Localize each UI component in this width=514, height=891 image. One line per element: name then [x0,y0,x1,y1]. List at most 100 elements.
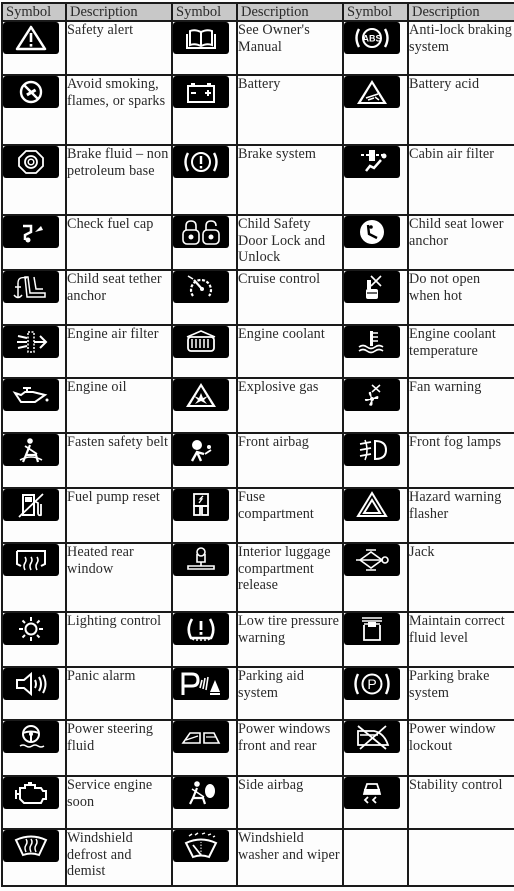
symbol-cell [171,377,238,434]
symbol-cell [171,487,238,544]
symbol-cell [171,775,238,830]
description-cell: Lighting control [65,611,173,668]
description-cell: Stability control [407,775,514,830]
stability-control-icon [344,777,400,809]
description-cell: Power windows front and rear [236,719,344,777]
symbol-cell [342,269,409,326]
symbol-cell [342,611,409,668]
fan-warning-icon [344,379,400,411]
symbol-cell [1,214,67,271]
table-row: Engine oil Explosive gas Fan warning [1,377,514,434]
description-cell: Front airbag [236,432,344,489]
description-cell: Power steering fluid [65,719,173,777]
fuse-icon [173,489,229,521]
table-row: Child seat tether anchor Cruise control … [1,269,514,326]
description-cell: Anti-lock braking system [407,20,514,76]
hazard-icon [344,489,400,521]
table-row: Check fuel cap Child Safety Door Lock an… [1,214,514,271]
symbol-reference-sheet: Symbol Description Symbol Description Sy… [0,0,514,891]
table-row: Windshield defrost and demist Windshield… [1,828,514,887]
child-safety-lock-icon [173,216,229,248]
symbol-cell [342,144,409,216]
fluid-level-icon [344,613,400,645]
explosive-gas-icon [173,379,229,411]
brake-system-icon [173,146,229,178]
description-cell: Parking brake system [407,666,514,721]
header-row: Symbol Description Symbol Description Sy… [1,2,514,22]
side-airbag-icon [173,777,229,809]
rear-defrost-icon [3,544,59,576]
symbol-cell [1,719,67,777]
header-description: Description [65,2,173,22]
engine-air-filter-icon [3,326,59,358]
symbol-cell [1,74,67,146]
symbol-cell [1,611,67,668]
window-lockout-icon [344,721,400,753]
empty-symbol-cell [342,828,409,887]
cabin-air-filter-icon [344,146,400,178]
table-row: Service engine soon Side airbag Stabilit… [1,775,514,830]
jack-icon [344,544,400,576]
symbol-cell [1,324,67,379]
description-cell: Fuel pump reset [65,487,173,544]
header-description: Description [236,2,344,22]
symbol-cell: P [342,666,409,721]
symbol-cell [342,542,409,613]
power-steering-icon [3,721,59,753]
table-row: Power steering fluid Power windows front… [1,719,514,777]
table-row: Engine air filter Engine coolant Engine … [1,324,514,379]
table-row: Lighting control Low tire pressure warni… [1,611,514,668]
parking-aid-icon [173,668,229,700]
symbol-cell [171,611,238,668]
tire-pressure-icon [173,613,229,645]
symbol-cell [171,214,238,271]
engine-oil-icon [3,379,59,411]
table-row: Safety alert See Owner's Manual ABS Anti… [1,20,514,76]
brake-fluid-icon [3,146,59,178]
fuel-pump-reset-icon [3,489,59,521]
symbol-cell [171,20,238,76]
description-cell: Fuse compartment [236,487,344,544]
symbol-cell [171,269,238,326]
symbol-cell [171,719,238,777]
symbol-cell [342,775,409,830]
symbol-cell [342,324,409,379]
description-cell: Windshield defrost and demist [65,828,173,887]
header-symbol: Symbol [171,2,238,22]
description-cell: Explosive gas [236,377,344,434]
owners-manual-icon [173,22,229,54]
seat-belt-icon [3,434,59,466]
symbol-cell [171,432,238,489]
table-row: Avoid smoking, flames, or sparks Battery… [1,74,514,146]
warning-symbols-table: Symbol Description Symbol Description Sy… [1,2,514,887]
engine-coolant-icon [173,326,229,358]
header-symbol: Symbol [1,2,67,22]
description-cell: Brake system [236,144,344,216]
front-airbag-icon [173,434,229,466]
table-row: Heated rear window Interior luggage comp… [1,542,514,613]
symbol-cell [1,144,67,216]
symbol-cell: ABS [342,20,409,76]
header-symbol: Symbol [342,2,409,22]
svg-text:P: P [367,676,376,692]
description-cell: Fasten safety belt [65,432,173,489]
symbol-cell [342,432,409,489]
description-cell: Brake fluid – non petroleum base [65,144,173,216]
table-row: Panic alarm Parking aid system P Parking… [1,666,514,721]
description-cell: Interior luggage compartment release [236,542,344,613]
battery-acid-icon [344,76,400,108]
description-cell: See Owner's Manual [236,20,344,76]
description-cell: Cabin air filter [407,144,514,216]
description-cell: Cruise control [236,269,344,326]
description-cell: Battery acid [407,74,514,146]
description-cell: Engine coolant [236,324,344,379]
symbol-cell [342,214,409,271]
description-cell: Panic alarm [65,666,173,721]
empty-description-cell [407,828,514,887]
svg-text:ABS: ABS [362,34,381,44]
description-cell: Fan warning [407,377,514,434]
check-engine-icon [3,777,59,809]
windshield-defrost-icon [3,830,59,862]
symbol-cell [1,666,67,721]
description-cell: Maintain correct fluid level [407,611,514,668]
